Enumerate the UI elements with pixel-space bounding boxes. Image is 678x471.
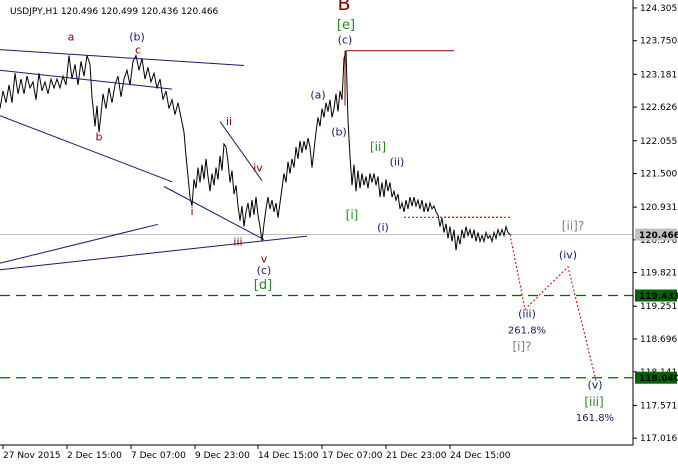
wave-label: [iii] [584, 395, 603, 409]
wave-label: (i) [377, 221, 389, 234]
chart-title: USDJPY,H1 120.496 120.499 120.436 120.46… [10, 7, 219, 17]
x-tick-label: 21 Dec 23:00 [386, 451, 447, 461]
price-level-label: 118.040 [639, 374, 678, 384]
wave-label: c [135, 44, 141, 57]
x-tick-label: 24 Dec 15:00 [450, 451, 511, 461]
wave-label: (iv) [559, 249, 577, 262]
wave-label: [i] [346, 208, 359, 222]
wave-label: [i]? [512, 340, 531, 354]
wave-label: iii [233, 236, 242, 249]
price-chart: USDJPY,H1 120.496 120.499 120.436 120.46… [0, 0, 678, 466]
x-tick-label: 2 Dec 15:00 [67, 451, 122, 461]
wave-label: (b) [129, 31, 145, 44]
y-tick-label: 120.931 [640, 203, 677, 213]
y-tick-label: 117.571 [640, 401, 677, 411]
chart-root: USDJPY,H1 120.496 120.499 120.436 120.46… [0, 0, 678, 466]
wave-label: [d] [254, 278, 272, 293]
wave-label: [ii] [370, 140, 386, 154]
y-tick-label: 117.016 [640, 434, 677, 444]
wave-label: (iii) [518, 308, 536, 321]
wave-label: B [337, 0, 350, 15]
wave-label: ii [226, 115, 232, 128]
y-tick-label: 124.305 [640, 4, 677, 14]
y-tick-label: 123.181 [640, 70, 677, 80]
x-tick-label: 14 Dec 15:00 [258, 451, 319, 461]
wave-label: a [68, 31, 75, 44]
y-tick-label: 121.500 [640, 170, 677, 180]
wave-label: [ii]? [562, 219, 584, 233]
y-tick-label: 119.821 [640, 269, 677, 279]
wave-label: iv [253, 162, 263, 175]
wave-label: 161.8% [576, 413, 614, 424]
y-tick-label: 122.626 [640, 103, 677, 113]
x-tick-label: 17 Dec 07:00 [322, 451, 383, 461]
x-tick-label: 27 Nov 2015 [3, 451, 61, 461]
wave-label: i [190, 205, 193, 218]
wave-label: (ii) [390, 155, 405, 168]
wave-label: (b) [331, 126, 347, 139]
x-tick-label: 9 Dec 23:00 [195, 451, 250, 461]
y-tick-label: 119.251 [640, 302, 677, 312]
current-price-label: 120.466 [639, 231, 678, 241]
wave-label: b [96, 130, 103, 143]
y-tick-label: 123.750 [640, 37, 677, 47]
wave-label: (c) [257, 264, 272, 277]
price-level-label: 119.433 [639, 292, 678, 302]
wave-label: [e] [337, 18, 355, 33]
y-tick-label: 118.696 [640, 335, 677, 345]
x-tick-label: 7 Dec 07:00 [131, 451, 186, 461]
wave-label: 261.8% [508, 325, 546, 336]
wave-label: (v) [587, 378, 602, 391]
y-tick-label: 122.055 [640, 137, 677, 147]
wave-label: (a) [310, 89, 325, 102]
wave-label: (c) [338, 34, 353, 47]
